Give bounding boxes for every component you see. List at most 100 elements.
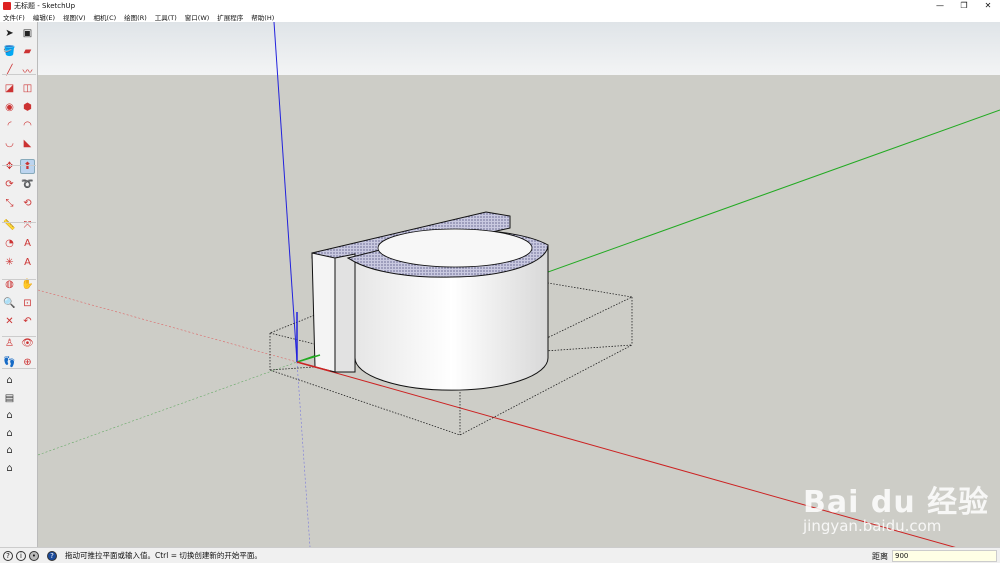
toolbar-separator xyxy=(2,279,36,280)
scale-tool[interactable]: ⤡ xyxy=(2,196,17,211)
toolbar-separator xyxy=(2,222,36,223)
pan-icon: ✋ xyxy=(21,279,34,291)
rectangle-icon: ◪ xyxy=(4,83,15,95)
geo-location-icon[interactable]: ? xyxy=(3,550,13,561)
paint-bucket-tool[interactable]: 🪣 xyxy=(2,44,17,59)
top-view-button[interactable]: ▤ xyxy=(2,391,17,406)
previous-view-tool[interactable]: ↶ xyxy=(20,314,35,329)
circle-tool[interactable]: ◉ xyxy=(2,100,17,115)
eraser-tool[interactable]: ▰ xyxy=(20,44,35,59)
status-hint: 拖动可推拉平面或输入值。Ctrl = 切换创建新的开始平面。 xyxy=(65,551,262,560)
credits-icon[interactable]: i xyxy=(16,550,26,561)
move-tool[interactable]: ✥ xyxy=(2,159,17,174)
red-axis-negative xyxy=(38,289,298,363)
iso-view-button[interactable]: ⌂ xyxy=(2,373,17,388)
walk-icon: 👣 xyxy=(3,356,16,368)
back-view-button[interactable]: ⌂ xyxy=(2,443,17,458)
3d-text-icon: A xyxy=(24,256,31,268)
toolbar-separator xyxy=(2,336,36,337)
model-geometry[interactable] xyxy=(311,211,549,391)
freehand-tool[interactable]: 〰 xyxy=(20,63,35,78)
arc-icon: ◜ xyxy=(7,120,12,131)
circle-icon: ◉ xyxy=(5,101,14,113)
previous-view-icon: ↶ xyxy=(23,316,32,327)
three-point-arc-tool[interactable]: ◡ xyxy=(2,136,17,151)
dimension-tool[interactable]: ⤧ xyxy=(20,218,35,233)
title-bar: 无标题 - SketchUp — ❐ ✕ xyxy=(0,0,1000,11)
left-view-button[interactable]: ⌂ xyxy=(2,461,17,476)
zoom-icon: 🔍 xyxy=(3,297,16,309)
zoom-extents-icon: ✕ xyxy=(5,316,14,327)
push-pull-tool[interactable]: ⬆ xyxy=(20,158,35,174)
menu-0[interactable]: 文件(F) xyxy=(3,12,25,22)
right-view-button[interactable]: ⌂ xyxy=(2,426,17,441)
menu-3[interactable]: 相机(C) xyxy=(94,12,117,22)
line-tool[interactable]: ╱ xyxy=(2,63,17,78)
sketchup-logo-icon xyxy=(3,1,11,10)
pie-icon: ◣ xyxy=(23,138,32,150)
zoom-window-tool[interactable]: ⊡ xyxy=(20,296,35,311)
protractor-tool[interactable]: ◔ xyxy=(2,236,17,251)
select-icon: ➤ xyxy=(5,28,14,39)
restore-button[interactable]: ❐ xyxy=(952,0,976,11)
arc-tool[interactable]: ◜ xyxy=(2,118,17,133)
iso-view-icon: ⌂ xyxy=(6,375,13,386)
3d-text-tool[interactable]: A xyxy=(20,255,35,270)
paint-bucket-icon: 🪣 xyxy=(3,46,16,58)
left-view-icon: ⌂ xyxy=(6,462,13,474)
position-camera-tool[interactable]: ♙ xyxy=(2,336,17,351)
menu-7[interactable]: 扩展程序 xyxy=(217,12,243,22)
menu-1[interactable]: 编辑(E) xyxy=(33,12,55,22)
protractor-icon: ◔ xyxy=(5,238,14,250)
make-component-tool[interactable]: ▣ xyxy=(20,26,35,41)
rotate-tool[interactable]: ⟳ xyxy=(2,177,17,192)
blue-axis-negative xyxy=(296,361,311,547)
menu-8[interactable]: 帮助(H) xyxy=(251,12,274,22)
axes-tool[interactable]: ✳ xyxy=(2,255,17,270)
text-tool[interactable]: A xyxy=(20,236,35,251)
freehand-icon: 〰 xyxy=(22,66,33,78)
push-pull-icon: ⬆ xyxy=(23,160,32,172)
eraser-icon: ▰ xyxy=(23,46,32,58)
measurement-input[interactable]: 900 xyxy=(892,550,997,562)
menu-bar: 文件(F) 编辑(E) 视图(V) 相机(C) 绘图(R) 工具(T) 窗口(W) 扩展程序帮… xyxy=(0,11,1000,22)
follow-me-icon: ➰ xyxy=(21,179,34,191)
pie-tool[interactable]: ◣ xyxy=(20,136,35,151)
menu-5[interactable]: 工具(T) xyxy=(155,12,177,22)
position-camera-icon: ♙ xyxy=(5,338,14,350)
tape-measure-tool[interactable]: 📏 xyxy=(2,218,17,233)
front-view-button[interactable]: ⌂ xyxy=(2,408,17,423)
look-around-icon: 👁 xyxy=(21,338,34,350)
select-tool[interactable]: ➤ xyxy=(2,26,17,41)
tool-palette: ➤ ▣ 🪣 ▰ ╱ 〰 ◪ ◫ ◉ ⬢ ◜ ◠ ◡ ◣ ✥ ⬆ ⟳ ➰ ⤡ ⟲ 📏 ⤧ ◔ A ✳ A ◍ ✋ 🔍 ⊡ ✕ ↶ ♙ 👁 👣 ⊕ ⌂ ▤ ⌂ ⌂… xyxy=(0,22,38,547)
right-view-icon: ⌂ xyxy=(6,427,13,439)
3d-viewport[interactable]: Bai du 经验 jingyan.baidu.com xyxy=(38,22,1000,547)
orbit-icon: ◍ xyxy=(5,279,14,291)
help-icon[interactable]: ? xyxy=(47,550,57,561)
polygon-tool[interactable]: ⬢ xyxy=(20,100,35,115)
minimize-button[interactable]: — xyxy=(928,0,952,11)
look-around-tool[interactable]: 👁 xyxy=(20,336,35,351)
zoom-tool[interactable]: 🔍 xyxy=(2,296,17,311)
two-point-arc-tool[interactable]: ◠ xyxy=(20,118,35,133)
move-icon: ✥ xyxy=(5,160,14,172)
zoom-extents-tool[interactable]: ✕ xyxy=(2,314,17,329)
menu-2[interactable]: 视图(V) xyxy=(63,12,86,22)
offset-tool[interactable]: ⟲ xyxy=(20,196,35,211)
measurement-label: 距离 xyxy=(872,552,888,561)
follow-me-tool[interactable]: ➰ xyxy=(20,177,35,192)
rotated-rectangle-tool[interactable]: ◫ xyxy=(20,81,35,96)
user-icon[interactable]: • xyxy=(29,550,39,561)
text-icon: A xyxy=(24,238,31,250)
top-view-icon: ▤ xyxy=(4,392,15,404)
axes-icon: ✳ xyxy=(5,256,14,268)
toolbar-separator xyxy=(2,74,36,75)
menu-4[interactable]: 绘图(R) xyxy=(124,12,147,22)
menu-6[interactable]: 窗口(W) xyxy=(185,12,210,22)
sky xyxy=(38,22,1000,75)
rectangle-tool[interactable]: ◪ xyxy=(2,81,17,96)
baidu-watermark: Bai du 经验 jingyan.baidu.com xyxy=(803,485,990,535)
close-button[interactable]: ✕ xyxy=(976,0,1000,11)
model-scene xyxy=(38,22,1000,547)
green-axis-negative xyxy=(38,361,298,456)
